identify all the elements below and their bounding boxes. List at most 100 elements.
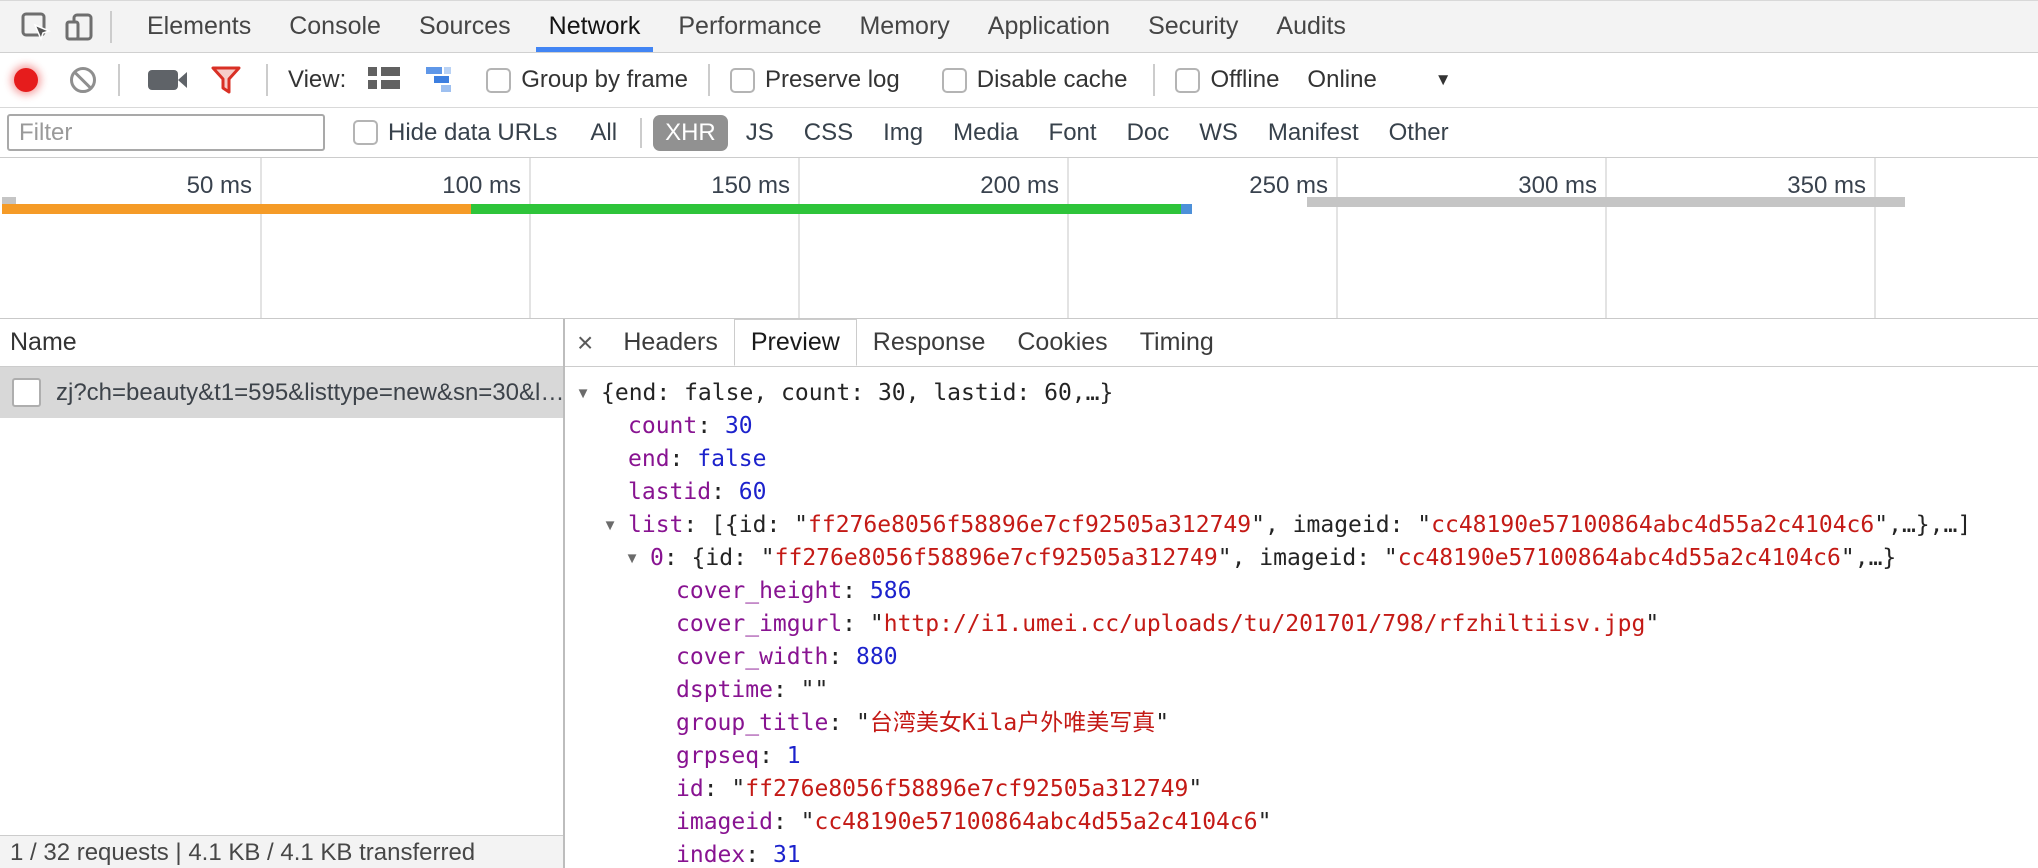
filter-type-xhr[interactable]: XHR: [653, 115, 728, 151]
detail-tab-cookies[interactable]: Cookies: [1001, 319, 1123, 366]
tab-performance[interactable]: Performance: [659, 1, 840, 52]
tab-audits[interactable]: Audits: [1257, 1, 1364, 52]
json-plain-text: : {id: ": [664, 542, 775, 575]
disclosure-spacer: [640, 641, 676, 674]
record-button[interactable]: [14, 68, 38, 92]
tab-security[interactable]: Security: [1129, 1, 1257, 52]
filter-funnel-icon[interactable]: [210, 65, 242, 95]
disclosure-triangle-icon[interactable]: ▼: [565, 377, 601, 410]
filter-type-js[interactable]: JS: [734, 115, 786, 151]
disclosure-triangle-icon[interactable]: ▼: [614, 542, 650, 575]
preserve-log-checkbox[interactable]: Preserve log: [730, 66, 900, 94]
group-by-frame-label: Group by frame: [521, 66, 688, 94]
json-plain-text: : ": [704, 773, 746, 806]
disclosure-triangle-icon[interactable]: ▼: [592, 509, 628, 542]
disclosure-spacer: [592, 476, 628, 509]
throttling-value: Online: [1307, 66, 1376, 94]
request-row[interactable]: zj?ch=beauty&t1=595&listtype=new&sn=30&l…: [0, 367, 563, 418]
device-toolbar-icon[interactable]: [58, 7, 102, 47]
detail-tab-timing[interactable]: Timing: [1124, 319, 1230, 366]
name-column-header[interactable]: Name: [0, 319, 563, 367]
file-icon: [12, 378, 41, 407]
tab-elements[interactable]: Elements: [128, 1, 270, 52]
filter-type-other[interactable]: Other: [1377, 115, 1461, 151]
throttling-select[interactable]: Online ▼: [1291, 66, 1451, 94]
preview-tree-row[interactable]: cover_width: 880: [565, 641, 2038, 674]
preview-tree-row[interactable]: ▼{end: false, count: 30, lastid: 60,…}: [565, 377, 2038, 410]
tab-console[interactable]: Console: [270, 1, 400, 52]
filter-type-css[interactable]: CSS: [792, 115, 865, 151]
json-plain-text: ",…}: [1841, 542, 1896, 575]
json-string-value: cc48190e57100864abc4d55a2c4104c6: [1431, 509, 1874, 542]
preview-tree-row[interactable]: index: 31: [565, 839, 2038, 868]
json-number-value: 31: [773, 839, 801, 868]
preview-tree-row[interactable]: dsptime: "": [565, 674, 2038, 707]
preview-tree-row[interactable]: imageid: "cc48190e57100864abc4d55a2c4104…: [565, 806, 2038, 839]
preview-json-tree: ▼{end: false, count: 30, lastid: 60,…}co…: [565, 367, 2038, 868]
timeline-tick-label: 200 ms: [899, 172, 1059, 200]
chevron-down-icon: ▼: [1435, 70, 1452, 90]
tab-application[interactable]: Application: [969, 1, 1129, 52]
json-key: count: [628, 410, 697, 443]
json-plain-text: ": [1645, 608, 1659, 641]
filter-type-all[interactable]: All: [578, 115, 629, 151]
json-plain-text: ", imageid: ": [1251, 509, 1431, 542]
preview-tree-row[interactable]: cover_height: 586: [565, 575, 2038, 608]
checkbox-box: [1175, 68, 1200, 93]
waterfall-timeline-icon[interactable]: [426, 67, 460, 93]
detail-tab-headers[interactable]: Headers: [607, 319, 734, 366]
json-key: cover_width: [676, 641, 828, 674]
toolbar-separator: [708, 64, 710, 96]
json-key: index: [676, 839, 745, 868]
json-plain-text: : [{id: ": [683, 509, 808, 542]
disclosure-spacer: [640, 773, 676, 806]
checkbox-box: [730, 68, 755, 93]
tab-memory[interactable]: Memory: [840, 1, 968, 52]
screenshot-camera-icon[interactable]: [148, 70, 178, 90]
preview-tree-row[interactable]: group_title: "台湾美女Kila户外唯美写真": [565, 707, 2038, 740]
filter-type-img[interactable]: Img: [871, 115, 935, 151]
preview-tree-row[interactable]: id: "ff276e8056f58896e7cf92505a312749": [565, 773, 2038, 806]
filter-type-media[interactable]: Media: [941, 115, 1030, 151]
json-key: 0: [650, 542, 664, 575]
preview-tree-row[interactable]: count: 30: [565, 410, 2038, 443]
preview-tree-row[interactable]: lastid: 60: [565, 476, 2038, 509]
tab-network[interactable]: Network: [530, 1, 660, 52]
requests-panel: Name zj?ch=beauty&t1=595&listtype=new&sn…: [0, 319, 565, 868]
disclosure-spacer: [592, 443, 628, 476]
devtools-tabbar: ElementsConsoleSourcesNetworkPerformance…: [0, 1, 2038, 53]
filter-type-font[interactable]: Font: [1037, 115, 1109, 151]
view-label: View:: [288, 66, 346, 94]
inspect-element-icon[interactable]: [14, 7, 58, 47]
group-by-frame-checkbox[interactable]: Group by frame: [486, 66, 688, 94]
preview-tree-row[interactable]: ▼0: {id: "ff276e8056f58896e7cf92505a3127…: [565, 542, 2038, 575]
json-string-value: 台湾美女Kila户外唯美写真: [870, 707, 1155, 740]
preview-tree-row[interactable]: end: false: [565, 443, 2038, 476]
hide-data-urls-checkbox[interactable]: Hide data URLs: [353, 119, 557, 147]
json-string-value: cc48190e57100864abc4d55a2c4104c6: [1398, 542, 1841, 575]
json-number-value: 60: [739, 476, 767, 509]
large-rows-icon[interactable]: [368, 67, 400, 93]
disable-cache-checkbox[interactable]: Disable cache: [942, 66, 1128, 94]
checkbox-box: [353, 120, 378, 145]
close-icon[interactable]: ×: [565, 327, 607, 359]
detail-tab-preview[interactable]: Preview: [734, 319, 857, 366]
filter-type-doc[interactable]: Doc: [1115, 115, 1182, 151]
preserve-log-label: Preserve log: [765, 66, 900, 94]
tab-sources[interactable]: Sources: [400, 1, 530, 52]
disclosure-spacer: [592, 410, 628, 443]
filter-type-manifest[interactable]: Manifest: [1256, 115, 1371, 151]
timeline-gridline: [798, 158, 800, 318]
load-marker: [1181, 204, 1192, 214]
preview-tree-row[interactable]: ▼list: [{id: "ff276e8056f58896e7cf92505a…: [565, 509, 2038, 542]
timeline-tick-label: 100 ms: [361, 172, 521, 200]
disclosure-spacer: [640, 806, 676, 839]
filter-type-ws[interactable]: WS: [1187, 115, 1250, 151]
filter-input[interactable]: [7, 114, 325, 151]
detail-tab-response[interactable]: Response: [857, 319, 1002, 366]
offline-checkbox[interactable]: Offline: [1175, 66, 1279, 94]
clear-icon[interactable]: [70, 67, 96, 93]
preview-tree-row[interactable]: cover_imgurl: "http://i1.umei.cc/uploads…: [565, 608, 2038, 641]
preview-tree-row[interactable]: grpseq: 1: [565, 740, 2038, 773]
json-key: dsptime: [676, 674, 773, 707]
